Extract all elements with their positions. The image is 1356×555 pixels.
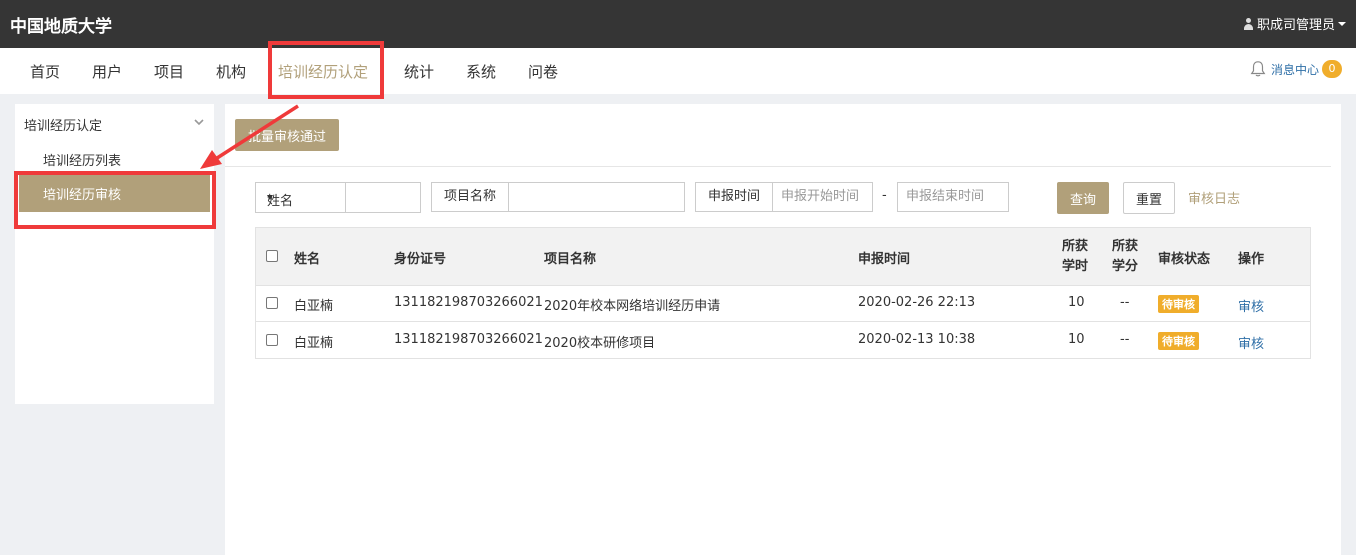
- cell-id-number: 131182198703266021: [394, 295, 543, 310]
- search-field-select[interactable]: 姓名: [255, 182, 346, 213]
- review-table: 姓名 身份证号 项目名称 申报时间 所获 学时 所获 学分 审核状态 操作 白亚…: [255, 227, 1311, 359]
- table-header: 姓名 身份证号 项目名称 申报时间 所获 学时 所获 学分 审核状态 操作: [256, 228, 1310, 286]
- cell-credits: --: [1120, 332, 1130, 347]
- col-hours: 所获 学时: [1060, 237, 1090, 277]
- date-range-separator: -: [882, 188, 887, 203]
- cell-name: 白亚楠: [294, 336, 334, 351]
- col-hours-line2: 学时: [1061, 259, 1088, 274]
- caret-down-icon: [1338, 21, 1346, 26]
- cell-name: 白亚楠: [294, 299, 334, 314]
- annotation-arrow: [200, 104, 299, 169]
- bell-icon: [1250, 61, 1266, 77]
- main-nav: 首页 用户 项目 机构 培训经历认定 统计 系统 问卷: [0, 48, 1356, 94]
- col-report-time: 申报时间: [858, 252, 911, 267]
- select-all-checkbox[interactable]: [266, 250, 278, 262]
- query-button[interactable]: 查询: [1057, 182, 1109, 214]
- sidebar-item-training-list[interactable]: 培训经历列表: [43, 150, 121, 169]
- triangle-down-icon: [267, 195, 273, 200]
- message-center-label: 消息中心: [1270, 62, 1319, 77]
- col-credits-line2: 学分: [1111, 259, 1138, 274]
- reset-button[interactable]: 重置: [1123, 182, 1175, 214]
- annotation-highlight-sidebar: [14, 171, 216, 229]
- top-bar: 中国地质大学 职成司管理员: [0, 0, 1356, 48]
- nav-item-projects[interactable]: 项目: [154, 61, 184, 82]
- col-hours-line1: 所获: [1061, 239, 1088, 254]
- status-badge: 待审核: [1158, 332, 1199, 350]
- col-action: 操作: [1238, 252, 1265, 267]
- status-badge: 待审核: [1158, 295, 1199, 313]
- col-credits: 所获 学分: [1110, 237, 1140, 277]
- sidebar: 培训经历认定 培训经历列表 培训经历审核: [15, 104, 214, 404]
- cell-hours: 10: [1068, 332, 1085, 347]
- nav-item-survey[interactable]: 问卷: [528, 61, 558, 82]
- table-row: 白亚楠 131182198703266021 2020校本研修项目 2020-0…: [256, 322, 1310, 358]
- col-id-number: 身份证号: [394, 252, 447, 267]
- nav-item-system[interactable]: 系统: [466, 61, 496, 82]
- cell-project: 2020年校本网络培训经历申请: [544, 299, 721, 314]
- report-start-input[interactable]: 申报开始时间: [773, 183, 873, 211]
- review-log-link[interactable]: 审核日志: [1188, 188, 1240, 207]
- user-menu[interactable]: 职成司管理员: [1243, 14, 1346, 33]
- col-name: 姓名: [294, 252, 321, 267]
- user-icon: [1243, 17, 1254, 30]
- main-panel: 批量审核通过 姓名 项目名称 申报时间 申报开始时间 - 申报结束时间 查询 重…: [225, 104, 1341, 555]
- project-name-input[interactable]: [509, 183, 687, 211]
- review-link[interactable]: 审核: [1238, 333, 1264, 352]
- nav-item-users[interactable]: 用户: [92, 61, 122, 82]
- user-name: 职成司管理员: [1256, 18, 1335, 33]
- table-row: 白亚楠 131182198703266021 2020年校本网络培训经历申请 2…: [256, 285, 1310, 322]
- col-project: 项目名称: [544, 252, 597, 267]
- cell-id-number: 131182198703266021: [394, 332, 543, 347]
- sidebar-section-title[interactable]: 培训经历认定: [24, 115, 102, 134]
- nav-item-statistics[interactable]: 统计: [404, 61, 434, 82]
- review-link[interactable]: 审核: [1238, 296, 1264, 315]
- cell-hours: 10: [1068, 295, 1085, 310]
- divider: [225, 166, 1331, 167]
- project-name-label: 项目名称: [432, 183, 510, 211]
- cell-report-time: 2020-02-13 10:38: [858, 332, 976, 347]
- name-search-input[interactable]: [345, 182, 421, 213]
- nav-item-orgs[interactable]: 机构: [216, 61, 246, 82]
- brand-title: 中国地质大学: [10, 17, 112, 37]
- report-time-label: 申报时间: [696, 183, 774, 211]
- col-status: 审核状态: [1158, 252, 1211, 267]
- message-count-badge: 0: [1322, 60, 1342, 78]
- annotation-highlight-nav: [268, 41, 384, 99]
- cell-project: 2020校本研修项目: [544, 336, 656, 351]
- project-name-filter: 项目名称: [431, 182, 685, 212]
- cell-credits: --: [1120, 295, 1130, 310]
- report-start-filter: 申报时间 申报开始时间: [695, 182, 873, 212]
- message-center[interactable]: 消息中心 0: [1249, 60, 1342, 78]
- nav-item-home[interactable]: 首页: [30, 61, 60, 82]
- row-checkbox[interactable]: [266, 334, 278, 346]
- report-end-filter: 申报结束时间: [897, 182, 1009, 212]
- cell-report-time: 2020-02-26 22:13: [858, 295, 976, 310]
- col-credits-line1: 所获: [1111, 239, 1138, 254]
- row-checkbox[interactable]: [266, 297, 278, 309]
- report-end-input[interactable]: 申报结束时间: [898, 183, 1006, 211]
